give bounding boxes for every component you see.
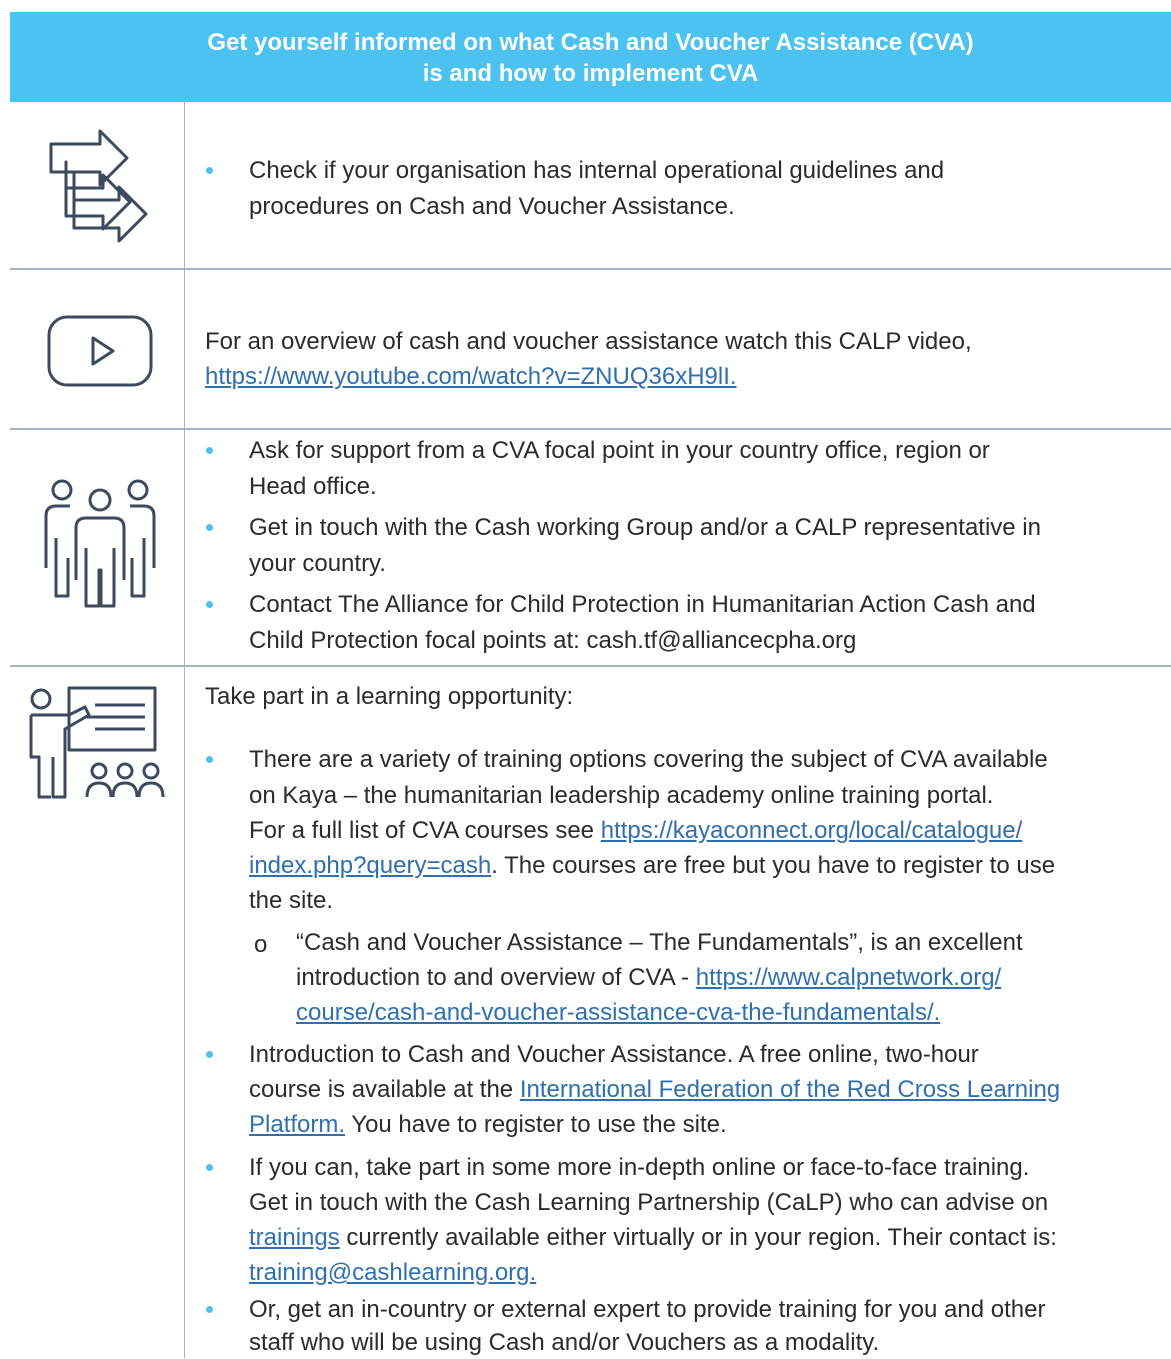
- row-divider-1: [10, 268, 1171, 270]
- row4-bullet3-line-3: trainings currently available either vir…: [249, 1222, 1057, 1254]
- row3-bullet1-line-1: Ask for support from a CVA focal point i…: [249, 437, 990, 464]
- row4-bullet1-text: For a full list of CVA courses see: [249, 817, 601, 844]
- row4-bullet2-line-1: Introduction to Cash and Voucher Assista…: [249, 1041, 979, 1068]
- row4-sub-line-1: “Cash and Voucher Assistance – The Funda…: [296, 929, 1023, 956]
- sub-bullet-marker: o: [254, 931, 268, 958]
- trainings-link[interactable]: trainings: [249, 1224, 340, 1251]
- row3-bullet2-line-2: your country.: [249, 550, 386, 577]
- row-divider-3: [10, 665, 1171, 667]
- row-divider-2: [10, 428, 1171, 430]
- row4-bullet1-line-4: index.php?query=cash. The courses are fr…: [249, 850, 1055, 882]
- row4-bullet3-line-1: If you can, take part in some more in-de…: [249, 1154, 1030, 1181]
- people-group-icon: [40, 478, 160, 608]
- row1-text-line-2: procedures on Cash and Voucher Assistanc…: [249, 193, 735, 220]
- kaya-catalogue-link-cont[interactable]: index.php?query=cash: [249, 852, 491, 879]
- bullet: [206, 167, 213, 174]
- row4-bullet1-line-1: There are a variety of training options …: [249, 746, 1048, 773]
- row3-bullet3-line-2: Child Protection focal points at: cash.t…: [249, 627, 857, 654]
- row4-bullet1-rest: . The courses are free but you have to r…: [491, 852, 1056, 879]
- calp-fundamentals-link[interactable]: https://www.calpnetwork.org/: [696, 964, 1001, 991]
- row4-bullet1-line-5: the site.: [249, 887, 334, 914]
- row1-text-line-1: Check if your organisation has internal …: [249, 157, 945, 184]
- row4-bullet2-rest: You have to register to use the site.: [345, 1111, 727, 1138]
- row4-bullet1-line-3: For a full list of CVA courses see https…: [249, 815, 1022, 847]
- row4-bullet4-line-1: Or, get an in-country or external expert…: [249, 1296, 1046, 1323]
- bullet: [206, 1306, 213, 1313]
- training-email-link[interactable]: training@cashlearning.org.: [249, 1257, 536, 1289]
- row4-bullet2-line-3: Platform. You have to register to use th…: [249, 1109, 727, 1141]
- section-header: Get yourself informed on what Cash and V…: [10, 12, 1171, 102]
- row3-bullet3-line-1: Contact The Alliance for Child Protectio…: [249, 591, 1036, 618]
- row4-intro: Take part in a learning opportunity:: [205, 683, 574, 710]
- bullet: [206, 447, 213, 454]
- row4-bullet2-text: course is available at the: [249, 1076, 520, 1103]
- kaya-catalogue-link[interactable]: https://kayaconnect.org/local/catalogue/: [601, 817, 1023, 844]
- video-play-icon: [47, 315, 153, 387]
- calp-fundamentals-link-cont[interactable]: course/cash-and-voucher-assistance-cva-t…: [296, 997, 940, 1029]
- row4-bullet3-rest: currently available either virtually or …: [339, 1224, 1057, 1251]
- row3-bullet2-line-1: Get in touch with the Cash working Group…: [249, 514, 1041, 541]
- presentation-icon: [25, 685, 175, 800]
- header-line-1: Get yourself informed on what Cash and V…: [207, 29, 974, 56]
- row2-text-line-1: For an overview of cash and voucher assi…: [205, 328, 972, 355]
- row4-bullet4-line-2: staff who will be using Cash and/or Vouc…: [249, 1329, 880, 1356]
- ifrc-learning-link-cont[interactable]: Platform.: [249, 1111, 345, 1138]
- column-divider: [184, 102, 185, 1358]
- row3-bullet1-line-2: Head office.: [249, 473, 377, 500]
- youtube-video-link[interactable]: https://www.youtube.com/watch?v=ZNUQ36xH…: [205, 361, 737, 393]
- row4-sub-text: introduction to and overview of CVA -: [296, 964, 696, 991]
- arrows-icon: [48, 126, 154, 246]
- bullet: [206, 1051, 213, 1058]
- bullet: [206, 1164, 213, 1171]
- header-line-2: is and how to implement CVA: [422, 60, 759, 87]
- row4-bullet2-line-2: course is available at the International…: [249, 1074, 1060, 1106]
- page: Get yourself informed on what Cash and V…: [0, 0, 1171, 1358]
- ifrc-learning-link[interactable]: International Federation of the Red Cros…: [520, 1076, 1060, 1103]
- bullet: [206, 601, 213, 608]
- row4-bullet3-line-2: Get in touch with the Cash Learning Part…: [249, 1189, 1049, 1216]
- row4-sub-line-2: introduction to and overview of CVA - ht…: [296, 962, 1001, 994]
- bullet: [206, 756, 213, 763]
- row4-bullet1-line-2: on Kaya – the humanitarian leadership ac…: [249, 782, 994, 809]
- bullet: [206, 524, 213, 531]
